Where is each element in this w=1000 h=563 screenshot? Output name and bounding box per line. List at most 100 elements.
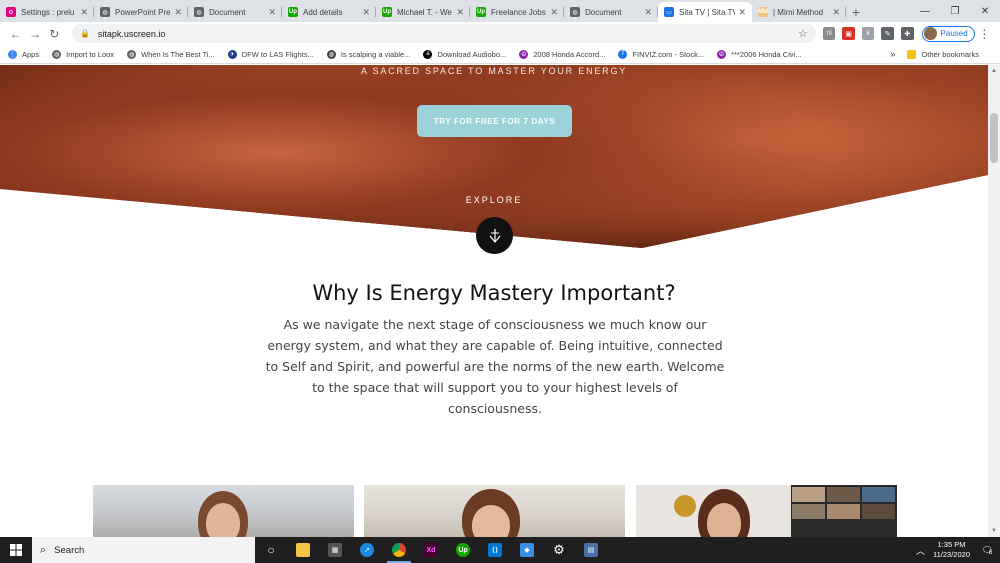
- tab-close-icon[interactable]: ✕: [738, 7, 746, 18]
- bookmark-item[interactable]: ✈ DFW to LAS Flights...: [227, 49, 314, 59]
- compass-icon: ➚: [360, 543, 374, 557]
- browser-toolbar: ← → ↻ 🔒 sitapk.uscreen.io ☆ ni ▣ k ✎ ✚ P…: [0, 22, 1000, 45]
- clock[interactable]: 1:35 PM 11/23/2020: [933, 540, 970, 560]
- windows-taskbar: ⌕ Search ○ ▦ ➚ Xd Up ⟨⟩ ◆ ⚙ ▤ ︿ 1:35 PM …: [0, 537, 1000, 563]
- bookmark-label: FINVIZ.com - Stock...: [632, 49, 705, 59]
- task-view-button[interactable]: ○: [255, 537, 287, 563]
- close-window-button[interactable]: ✕: [970, 0, 1000, 22]
- scroll-down-arrow-icon[interactable]: ▼: [988, 525, 1000, 537]
- tab-close-icon[interactable]: ✕: [268, 7, 276, 18]
- browser-tab[interactable]: ▭ Sita TV | Sita TV ✕: [658, 2, 752, 22]
- other-bookmarks[interactable]: Other bookmarks: [907, 49, 979, 59]
- lock-icon: 🔒: [79, 29, 90, 38]
- settings-button[interactable]: ⚙: [543, 537, 575, 563]
- participant-tile: [792, 487, 825, 502]
- presenter-face: [472, 505, 510, 537]
- free-trial-button[interactable]: TRY FOR FREE FOR 7 DAYS: [417, 105, 572, 137]
- new-tab-button[interactable]: +: [846, 2, 866, 22]
- windows-logo-icon: [10, 544, 22, 556]
- bookmark-item[interactable]: a Download Audiobo...: [423, 49, 506, 59]
- bookmarks-overflow-button[interactable]: »: [890, 49, 895, 59]
- gong-image: [674, 495, 696, 517]
- tab-close-icon[interactable]: ✕: [80, 7, 88, 18]
- hero-banner: [0, 65, 988, 248]
- reload-icon[interactable]: ↻: [45, 24, 64, 44]
- bookmark-item[interactable]: ☮ 2008 Honda Accord...: [519, 49, 605, 59]
- explore-down-button[interactable]: [476, 217, 513, 254]
- vscode-icon: ⟨⟩: [488, 543, 502, 557]
- browser-tab[interactable]: ◍ PowerPoint Pre ✕: [94, 2, 188, 22]
- bookmark-favicon-icon: ◍: [52, 49, 62, 59]
- participant-tile: [827, 504, 860, 519]
- menu-icon[interactable]: ⋮: [975, 24, 994, 44]
- tab-close-icon[interactable]: ✕: [174, 7, 182, 18]
- extension-icon[interactable]: k: [861, 27, 875, 40]
- upwork-button[interactable]: Up: [447, 537, 479, 563]
- tab-title: Freelance Jobs: [491, 7, 546, 17]
- bookmark-favicon-icon: ⋮: [8, 49, 17, 59]
- bookmark-item[interactable]: ☮ ***2006 Honda Civi...: [717, 49, 802, 59]
- tab-close-icon[interactable]: ✕: [832, 7, 840, 18]
- tab-favicon-icon: ⚙: [6, 7, 16, 17]
- tab-close-icon[interactable]: ✕: [362, 7, 370, 18]
- vscode-button[interactable]: ⟨⟩: [479, 537, 511, 563]
- extension-icon[interactable]: ni: [822, 27, 836, 40]
- page-scrollbar[interactable]: ▲ ▼: [988, 65, 1000, 537]
- profile-button[interactable]: Paused: [921, 25, 975, 42]
- clock-date: 11/23/2020: [933, 550, 970, 559]
- tab-close-icon[interactable]: ✕: [550, 7, 558, 18]
- browser-tab[interactable]: ◍ Document ✕: [564, 2, 658, 22]
- browser-tab[interactable]: Up Freelance Jobs ✕: [470, 2, 564, 22]
- participant-tile: [792, 504, 825, 519]
- tab-title: PowerPoint Pre: [115, 7, 171, 17]
- bookmark-label: Apps: [22, 49, 40, 59]
- video-thumbnail[interactable]: [93, 485, 354, 537]
- video-thumbnail[interactable]: [364, 485, 625, 537]
- bookmark-favicon-icon: a: [423, 49, 433, 59]
- browser-tab[interactable]: Up Michael T. - We ✕: [376, 2, 470, 22]
- forward-icon[interactable]: →: [25, 24, 44, 44]
- minimize-button[interactable]: —: [910, 0, 940, 22]
- search-label: Search: [54, 544, 85, 556]
- scroll-up-arrow-icon[interactable]: ▲: [988, 65, 1000, 77]
- tray-overflow-icon[interactable]: ︿: [916, 544, 925, 557]
- video-thumbnail[interactable]: [636, 485, 897, 537]
- safari-button[interactable]: ➚: [351, 537, 383, 563]
- participant-tile: [862, 487, 895, 502]
- chrome-icon: [392, 543, 406, 557]
- extension-icon[interactable]: ✎: [881, 27, 894, 40]
- url-text: sitapk.uscreen.io: [97, 28, 166, 39]
- extension-icon[interactable]: ▣: [842, 27, 855, 40]
- extensions-puzzle-icon[interactable]: ✚: [901, 27, 914, 40]
- bookmark-star-icon[interactable]: ☆: [798, 27, 808, 40]
- address-bar[interactable]: 🔒 sitapk.uscreen.io ☆: [71, 24, 816, 43]
- app-button[interactable]: ◆: [511, 537, 543, 563]
- bookmark-item[interactable]: ◍ Is scalping a viable...: [326, 49, 410, 59]
- notification-button[interactable]: 🗨 6: [978, 541, 996, 559]
- browser-tab[interactable]: ⚙ Settings : prelu ✕: [0, 2, 94, 22]
- bookmark-item[interactable]: ◍ When Is The Best Ti...: [127, 49, 215, 59]
- other-bookmarks-label: Other bookmarks: [921, 49, 979, 59]
- tab-close-icon[interactable]: ✕: [456, 7, 464, 18]
- adobe-xd-button[interactable]: Xd: [415, 537, 447, 563]
- bookmark-item[interactable]: ⋮ Apps: [8, 49, 40, 59]
- bookmark-item[interactable]: f FINVIZ.com - Stock...: [618, 49, 705, 59]
- browser-tab[interactable]: Up Add details ✕: [282, 2, 376, 22]
- file-explorer-button[interactable]: [287, 537, 319, 563]
- tab-title: Document: [209, 7, 246, 17]
- restore-button[interactable]: ❐: [940, 0, 970, 22]
- chrome-button[interactable]: [383, 537, 415, 563]
- taskbar-search[interactable]: ⌕ Search: [32, 537, 255, 563]
- back-icon[interactable]: ←: [6, 24, 25, 44]
- scrollbar-thumb[interactable]: [990, 113, 998, 163]
- start-button[interactable]: [0, 537, 32, 563]
- folder-icon: [296, 543, 310, 557]
- browser-tab[interactable]: ◍ Document ✕: [188, 2, 282, 22]
- browser-tab[interactable]: MM | Mimi Method ✕: [752, 2, 846, 22]
- tab-close-icon[interactable]: ✕: [644, 7, 652, 18]
- store-button[interactable]: ▦: [319, 537, 351, 563]
- bookmark-item[interactable]: ◍ Import to Loox: [52, 49, 114, 59]
- calculator-button[interactable]: ▤: [575, 537, 607, 563]
- profile-status: Paused: [940, 29, 968, 38]
- bookmark-favicon-icon: ☮: [519, 49, 529, 59]
